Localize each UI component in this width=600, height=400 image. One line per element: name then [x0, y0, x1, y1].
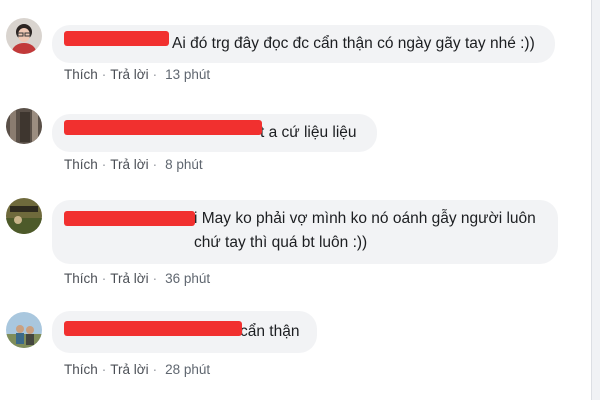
timestamp[interactable]: 36 phút: [165, 271, 210, 286]
timestamp[interactable]: 28 phút: [165, 362, 210, 377]
like-link[interactable]: Thích: [64, 157, 98, 172]
timestamp[interactable]: 13 phút: [165, 67, 210, 82]
comment-text: cẩn thận: [240, 323, 300, 340]
reply-link[interactable]: Trả lời: [110, 157, 148, 172]
comment-text: Ai đó trg đây đọc đc cẩn thận có ngày gã…: [172, 35, 535, 52]
like-link[interactable]: Thích: [64, 362, 98, 377]
user-avatar-icon[interactable]: [6, 198, 42, 234]
reply-link[interactable]: Trả lời: [110, 271, 148, 286]
comment-actions: Thích · Trả lời · 8 phút: [64, 157, 203, 172]
comment-text: t a cứ liệu liệu: [260, 124, 357, 141]
reply-link[interactable]: Trả lời: [110, 67, 148, 82]
separator: ·: [101, 157, 107, 172]
separator: ·: [101, 362, 107, 377]
separator: ·: [101, 271, 107, 286]
user-avatar-icon[interactable]: [6, 312, 42, 348]
comment-bubble: i May ko phải vợ mình ko nó oánh gẫy ngư…: [52, 200, 558, 264]
user-avatar-icon[interactable]: [6, 18, 42, 54]
like-link[interactable]: Thích: [64, 271, 98, 286]
redacted-username: [64, 120, 262, 135]
comment-actions: Thích · Trả lời · 13 phút: [64, 67, 210, 82]
comment-actions: Thích · Trả lời · 28 phút: [64, 362, 210, 377]
comment-actions: Thích · Trả lời · 36 phút: [64, 271, 210, 286]
timestamp[interactable]: 8 phút: [165, 157, 203, 172]
redacted-username: [64, 321, 242, 336]
separator: ·: [101, 67, 107, 82]
like-link[interactable]: Thích: [64, 67, 98, 82]
redacted-username: [64, 211, 195, 226]
redacted-username: [64, 31, 169, 46]
separator: ·: [152, 362, 158, 377]
separator: ·: [152, 67, 158, 82]
user-avatar-icon[interactable]: [6, 108, 42, 144]
separator: ·: [152, 271, 158, 286]
reply-link[interactable]: Trả lời: [110, 362, 148, 377]
scrollbar[interactable]: [591, 0, 600, 400]
separator: ·: [152, 157, 158, 172]
